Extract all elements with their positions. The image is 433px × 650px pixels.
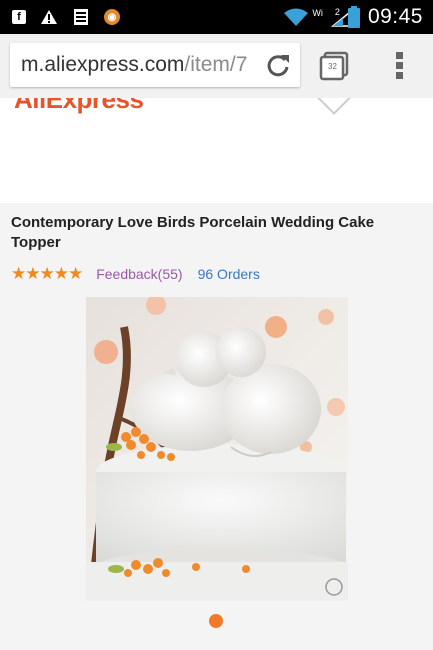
- more-vert-icon: [396, 52, 403, 79]
- url-bar[interactable]: m.aliexpress.com/item/7: [10, 43, 300, 87]
- system-indicators: Wi 2 09:45: [282, 5, 423, 29]
- feedback-link[interactable]: Feedback(55): [96, 266, 182, 282]
- overflow-menu-button[interactable]: [393, 50, 407, 82]
- wifi-icon: [284, 8, 309, 26]
- url-host: m.aliexpress.com: [21, 53, 185, 76]
- url-path: /item/7: [184, 53, 248, 76]
- star-rating: ★★★★★: [11, 264, 83, 283]
- warning-icon: [40, 8, 58, 26]
- cake-topper-photo: [86, 297, 348, 601]
- notification-icons: f ◉: [12, 8, 120, 26]
- clock: 09:45: [367, 5, 423, 28]
- battery-icon: [347, 6, 360, 28]
- product-image[interactable]: [86, 297, 348, 601]
- tab-switcher-button[interactable]: 32: [318, 50, 350, 82]
- orders-link[interactable]: 96 Orders: [198, 266, 260, 282]
- reload-icon[interactable]: [264, 51, 292, 79]
- aliexpress-logo[interactable]: AliExpress: [14, 98, 144, 115]
- browser-toolbar: m.aliexpress.com/item/7 32: [0, 34, 433, 99]
- list-icon: [72, 8, 90, 26]
- tab-count: 32: [328, 62, 337, 71]
- status-bar: f ◉ Wi 2 09:45: [0, 0, 433, 34]
- app-icon: ◉: [104, 9, 120, 25]
- product-title: Contemporary Love Birds Porcelain Weddin…: [11, 214, 375, 251]
- gallery-indicator-dot[interactable]: [209, 614, 223, 628]
- sim-label: 2: [334, 7, 340, 17]
- rating-row: ★★★★★ Feedback(55) 96 Orders: [11, 264, 260, 284]
- site-header: AliExpress: [0, 98, 433, 203]
- product-detail: Contemporary Love Birds Porcelain Weddin…: [0, 203, 433, 650]
- dropdown-notch-inner: [320, 98, 348, 112]
- facebook-icon: f: [12, 10, 26, 24]
- url-text[interactable]: m.aliexpress.com/item/7: [21, 53, 247, 77]
- network-label: Wi: [312, 8, 323, 18]
